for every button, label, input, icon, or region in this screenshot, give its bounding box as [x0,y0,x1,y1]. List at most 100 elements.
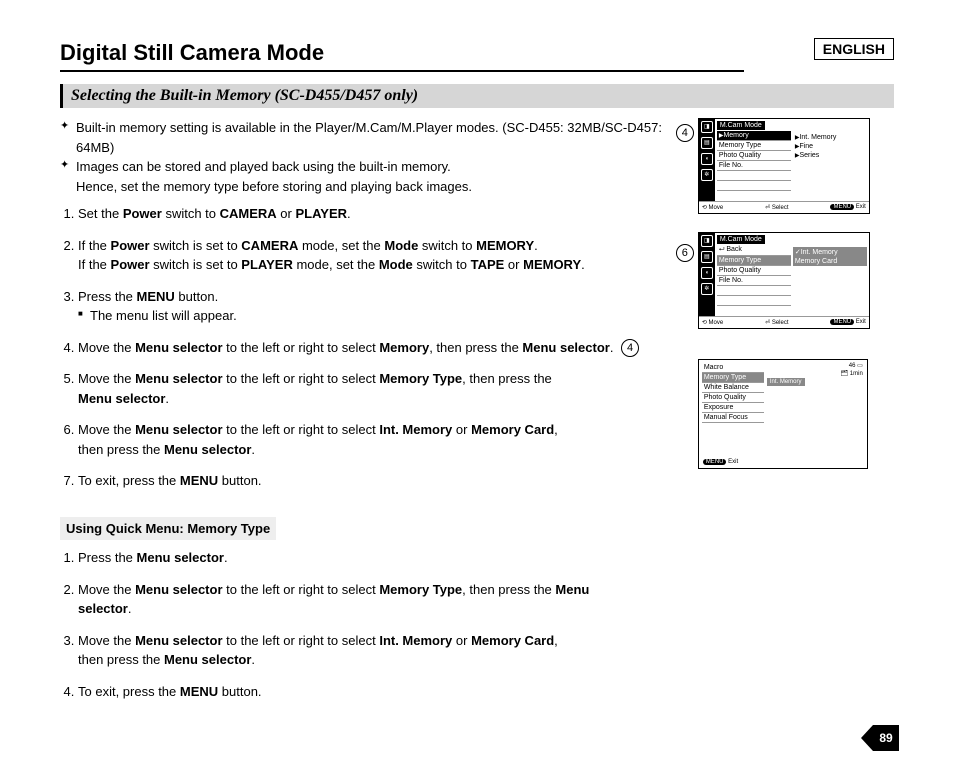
t: Int. Memory [801,249,838,256]
figure-marker-4: 4 [676,124,694,142]
t: . [581,257,585,272]
t: Select [772,205,789,211]
page-number-arrow-icon [861,725,873,751]
lcd-row: Memory Type [717,141,791,151]
t: TAPE [471,257,505,272]
t: Set the [78,206,123,221]
step-6: Move the Menu selector to the left or ri… [78,420,688,459]
lcd-row: Photo Quality [717,151,791,161]
tape-icon: ◖ [701,267,713,279]
lcd-sidebar-icons: ◨ ▤ ◖ ✲ [699,119,715,201]
t: Press the [78,289,137,304]
t: , [554,422,558,437]
t: Fine [799,143,813,150]
t: to the left or right to select [223,582,380,597]
tape-icon: ◖ [701,153,713,165]
t: Menu selector [137,550,224,565]
main-steps-list: Set the Power switch to CAMERA or PLAYER… [60,204,688,491]
lcd-screenshot-4: ◨ ▤ ◖ ✲ M.Cam Mode ▶Memory Memory Type P… [698,118,870,214]
lcd-selected-row: Memory Type [717,256,791,266]
t: or [277,206,296,221]
intro-bullet: Images can be stored and played back usi… [60,157,688,196]
lcd-row: Exposure [702,403,764,413]
lcd-selected-row: Memory Type [702,373,764,383]
lcd-mode-title: M.Cam Mode [717,121,765,130]
lcd-value-badge: Int. Memory [767,378,805,386]
lcd-footer: ⟲ Move ⏎ Select MENU Exit [699,316,869,328]
lcd-selected-row: ▶Memory [717,131,791,141]
lcd-row: Photo Quality [717,266,791,276]
t: to the left or right to select [223,422,380,437]
t: . [347,206,351,221]
menu-pill: MENU [703,459,727,465]
language-box: ENGLISH [814,38,894,60]
t: MENU [137,289,175,304]
camera-icon: ◨ [701,121,713,133]
t: , [554,633,558,648]
lcd-mode-title: M.Cam Mode [717,235,765,244]
t: to the left or right to select [223,340,380,355]
t: . [128,601,132,616]
t: PLAYER [241,257,293,272]
t: Mode [379,257,413,272]
lcd-val: ▶Int. Memory [793,133,867,142]
t: selector [78,601,128,616]
substep: The menu list will appear. [78,306,688,326]
lcd-row: White Balance [702,383,764,393]
t: mode, set the [298,238,384,253]
t: Memory [379,340,429,355]
t: Move the [78,422,135,437]
t: MEMORY [523,257,581,272]
t: Menu selector [135,633,222,648]
t: CAMERA [241,238,298,253]
t: switch is set to [150,238,242,253]
t: Move [709,320,724,326]
text: Images can be stored and played back usi… [76,159,451,174]
step-marker-inline: 4 [621,339,639,357]
t: or [452,633,471,648]
lcd-row: Photo Quality [702,393,764,403]
qstep-4: To exit, press the MENU button. [78,682,688,702]
t: MENU [180,684,218,699]
lcd-row: File No. [717,276,791,286]
t: mode, set the [293,257,379,272]
t: . [251,652,255,667]
lcd-val: ▶Fine [793,142,867,151]
t: MEMORY [476,238,534,253]
quick-menu-heading: Using Quick Menu: Memory Type [60,517,276,541]
t: or [452,422,471,437]
screenshots-column: 4 ◨ ▤ ◖ ✲ M.Cam Mode ▶Memory [698,118,894,713]
memory-icon: ▤ [701,251,713,263]
lcd-row: Manual Focus [702,413,764,423]
step-3: Press the MENU button. The menu list wil… [78,287,688,326]
t: PLAYER [295,206,347,221]
step-5: Move the Menu selector to the left or ri… [78,369,688,408]
t: Power [111,238,150,253]
step-7: To exit, press the MENU button. [78,471,688,491]
t: switch to [418,238,476,253]
page-title: Digital Still Camera Mode [60,40,744,72]
t: to the left or right to select [223,633,380,648]
t: Power [123,206,162,221]
step-1: Set the Power switch to CAMERA or PLAYER… [78,204,688,224]
t: Memory Card [471,422,554,437]
t: , then press the [462,371,552,386]
memory-icon: ▤ [701,137,713,149]
t: or [504,257,523,272]
lcd-row [717,171,791,181]
lcd-screenshot-quickmenu: 46 ▭ 🗂 1min Macro Memory Type White Bala… [698,359,868,469]
t: . [165,391,169,406]
t: Int. Memory [379,633,452,648]
menu-pill: MENU [830,319,854,325]
lcd-val-selected: ✓Int. Memory [793,247,867,257]
lcd-status: 46 ▭ 🗂 1min [841,363,863,379]
lcd-sidebar-icons: ◨ ▤ ◖ ✲ [699,233,715,316]
t: Power [111,257,150,272]
t: then press the [78,652,164,667]
t: . [251,442,255,457]
image-count: 46 [849,363,856,369]
t: switch is set to [150,257,242,272]
t: Back [726,246,742,253]
lcd-footer: MENU Exit [703,459,738,465]
qstep-1: Press the Menu selector. [78,548,688,568]
